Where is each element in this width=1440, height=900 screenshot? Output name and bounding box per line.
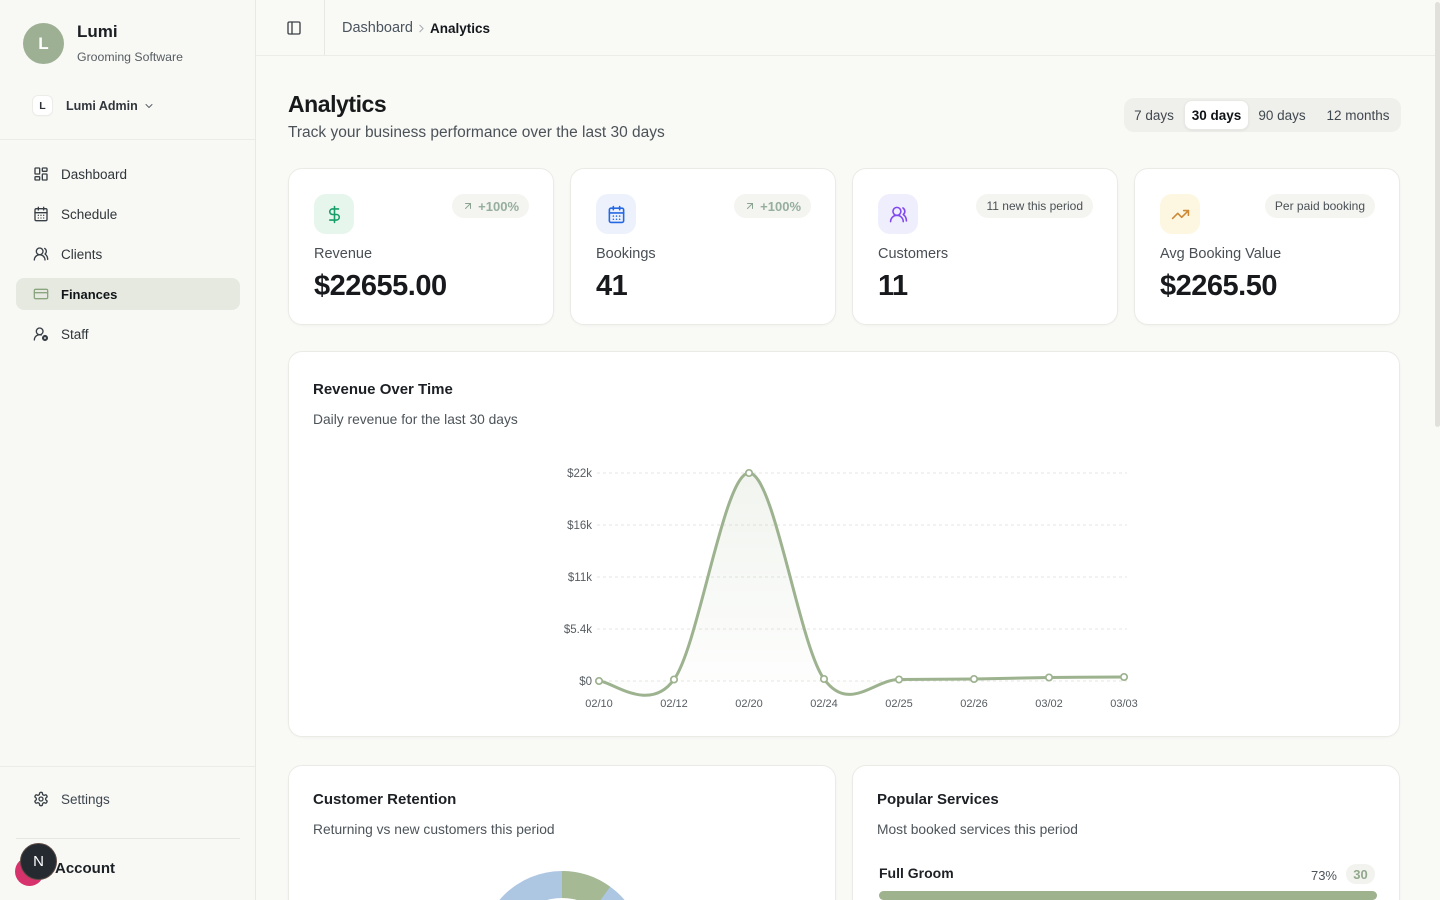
svg-text:02/20: 02/20 [735,698,763,710]
svg-text:$0: $0 [579,676,592,688]
svg-text:$5.4k: $5.4k [564,624,592,636]
svg-text:$22k: $22k [567,468,592,480]
svg-text:02/10: 02/10 [585,698,613,710]
svg-text:03/02: 03/02 [1035,698,1063,710]
svg-text:$11k: $11k [568,572,592,584]
svg-text:$16k: $16k [567,520,592,532]
svg-text:02/25: 02/25 [885,698,913,710]
svg-text:03/03: 03/03 [1110,698,1138,710]
svg-text:02/12: 02/12 [660,698,688,710]
svg-text:02/24: 02/24 [810,698,838,710]
svg-text:02/26: 02/26 [960,698,988,710]
